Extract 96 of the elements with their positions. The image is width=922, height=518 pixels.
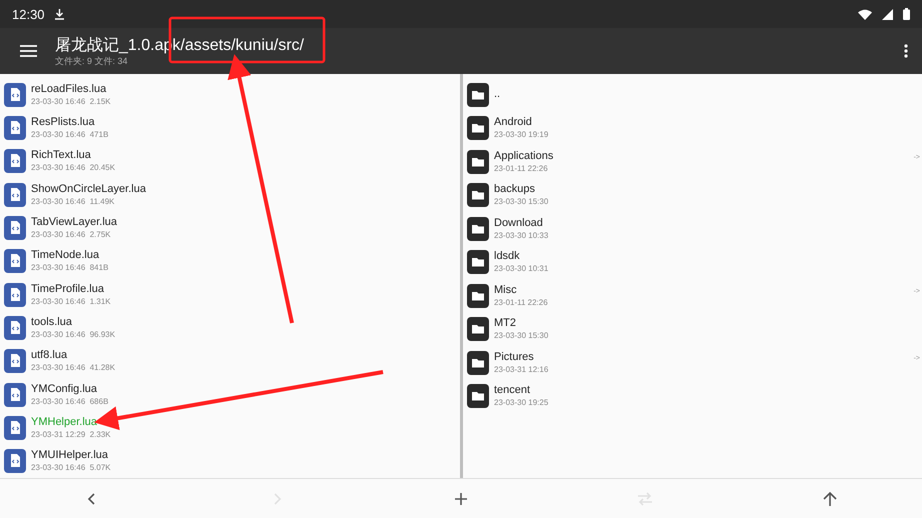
folder-date: 23-01-11 22:26 — [494, 296, 548, 308]
folder-icon — [467, 150, 489, 174]
folder-item[interactable]: tencent 23-03-30 19:25 — [463, 380, 922, 413]
file-item[interactable]: reLoadFiles.lua 23-03-30 16:46 2.15K — [0, 78, 460, 112]
folder-icon — [467, 116, 489, 140]
file-name: ShowOnCircleLayer.lua — [31, 182, 146, 196]
folder-name: ldsdk — [494, 250, 521, 264]
folder-file-count: 文件夹: 9 文件: 34 — [55, 56, 129, 66]
code-file-icon — [4, 316, 26, 340]
folder-item[interactable]: MT2 23-03-30 15:30 — [463, 312, 922, 346]
code-file-icon — [4, 382, 26, 407]
file-item[interactable]: YMUIHelper.lua 23-03-30 16:46 5.07K — [0, 444, 460, 478]
folder-icon — [467, 82, 489, 107]
file-item[interactable]: ShowOnCircleLayer.lua 23-03-30 16:46 11.49K — [0, 178, 460, 212]
status-time: 12:30 — [12, 6, 45, 22]
code-file-icon — [4, 349, 26, 374]
folder-icon — [467, 216, 489, 241]
download-icon — [54, 8, 64, 20]
code-file-icon — [4, 416, 26, 440]
file-name: YMHelper.lua — [31, 416, 98, 429]
folder-date: 23-03-30 15:30 — [494, 196, 548, 208]
file-meta: 23-03-30 16:46 96.93K — [31, 328, 116, 340]
file-name: YMUIHelper.lua — [31, 449, 110, 462]
folder-date: 23-03-30 15:30 — [494, 330, 548, 342]
file-meta: 23-03-30 16:46 2.15K — [31, 96, 111, 107]
folder-name: Pictures — [494, 350, 535, 364]
up-icon — [822, 490, 837, 506]
code-file-icon — [4, 116, 26, 140]
file-meta: 23-03-30 16:46 686B — [31, 396, 108, 407]
code-file-icon — [4, 282, 26, 307]
file-item[interactable]: utf8.lua 23-03-30 16:46 41.28K — [0, 344, 460, 378]
file-name: utf8.lua — [31, 349, 68, 362]
battery-icon — [903, 8, 910, 20]
folder-icon — [467, 384, 489, 408]
code-file-icon — [4, 216, 26, 240]
file-meta: 23-03-30 16:46 20.45K — [31, 162, 116, 174]
folder-item[interactable]: ldsdk 23-03-30 10:31 — [463, 246, 922, 279]
file-item[interactable]: TimeNode.lua 23-03-30 16:46 841B — [0, 244, 460, 278]
folder-date: 23-03-31 12:16 — [494, 364, 548, 375]
forward-icon — [272, 492, 282, 504]
folder-item[interactable]: Download 23-03-30 10:33 — [463, 212, 922, 246]
file-name: TimeProfile.lua — [31, 282, 105, 296]
folder-item[interactable]: backups 23-03-30 15:30 — [463, 178, 922, 212]
file-meta: 23-03-30 16:46 41.28K — [31, 362, 116, 374]
folder-name: Misc — [494, 284, 518, 297]
file-meta: 23-03-30 16:46 471B — [31, 128, 108, 140]
file-item[interactable]: tools.lua 23-03-30 16:46 96.93K — [0, 311, 460, 345]
back-icon — [87, 492, 98, 504]
folder-icon — [467, 183, 489, 208]
menu-icon[interactable] — [20, 45, 37, 57]
folder-name: tencent — [494, 384, 532, 398]
folder-item[interactable]: Android 23-03-30 19:19 — [463, 112, 922, 145]
folder-icon — [467, 317, 489, 342]
file-meta: 23-03-30 16:46 2.75K — [31, 228, 112, 240]
folder-icon — [467, 350, 489, 375]
folder-name: Applications — [494, 150, 554, 163]
file-name: tools.lua — [31, 316, 73, 329]
folder-name: .. — [494, 88, 500, 102]
file-meta: 23-03-30 16:46 11.49K — [31, 196, 116, 207]
folder-name: Android — [494, 116, 533, 130]
folder-date: 23-03-30 10:33 — [494, 230, 548, 241]
swap-icon — [636, 492, 654, 506]
folder-name: MT2 — [494, 317, 517, 330]
file-item[interactable]: YMConfig.lua 23-03-30 16:46 686B — [0, 378, 460, 412]
file-name: ResPlists.lua — [31, 116, 96, 129]
file-name: YMConfig.lua — [31, 382, 98, 396]
folder-icon — [467, 250, 489, 274]
folder-icon — [467, 284, 489, 308]
code-file-icon — [4, 449, 26, 474]
file-item[interactable]: TabViewLayer.lua 23-03-30 16:46 2.75K — [0, 211, 460, 245]
file-meta: 23-03-30 16:46 5.07K — [31, 462, 111, 474]
file-name: RichText.lua — [31, 149, 92, 162]
file-item[interactable]: RichText.lua 23-03-30 16:46 20.45K — [0, 144, 460, 178]
folder-date: 23-01-11 22:26 — [494, 162, 549, 174]
signal-icon — [882, 8, 893, 20]
file-name: reLoadFiles.lua — [31, 82, 108, 96]
folder-item[interactable]: .. — [463, 78, 922, 112]
file-meta: 23-03-31 12:29 2.33K — [31, 428, 111, 440]
code-file-icon — [4, 249, 26, 274]
file-meta: 23-03-30 16:46 1.31K — [31, 296, 111, 307]
code-file-icon — [4, 149, 26, 174]
folder-date: 23-03-30 19:25 — [494, 397, 548, 408]
add-icon — [454, 492, 468, 506]
wifi-icon — [858, 8, 872, 20]
file-name: TabViewLayer.lua — [31, 216, 118, 229]
folder-name: backups — [494, 183, 536, 196]
file-item[interactable]: ResPlists.lua 23-03-30 16:46 471B — [0, 111, 460, 145]
file-item[interactable]: TimeProfile.lua 23-03-30 16:46 1.31K — [0, 278, 460, 312]
file-name: TimeNode.lua — [31, 249, 100, 262]
folder-date: 23-03-30 19:19 — [494, 129, 548, 140]
code-file-icon — [4, 182, 26, 207]
code-file-icon — [4, 82, 26, 107]
folder-name: Download — [494, 216, 544, 230]
folder-date: 23-03-30 10:31 — [494, 263, 548, 274]
more-options-icon[interactable] — [904, 44, 908, 58]
file-meta: 23-03-30 16:46 841B — [31, 262, 108, 274]
